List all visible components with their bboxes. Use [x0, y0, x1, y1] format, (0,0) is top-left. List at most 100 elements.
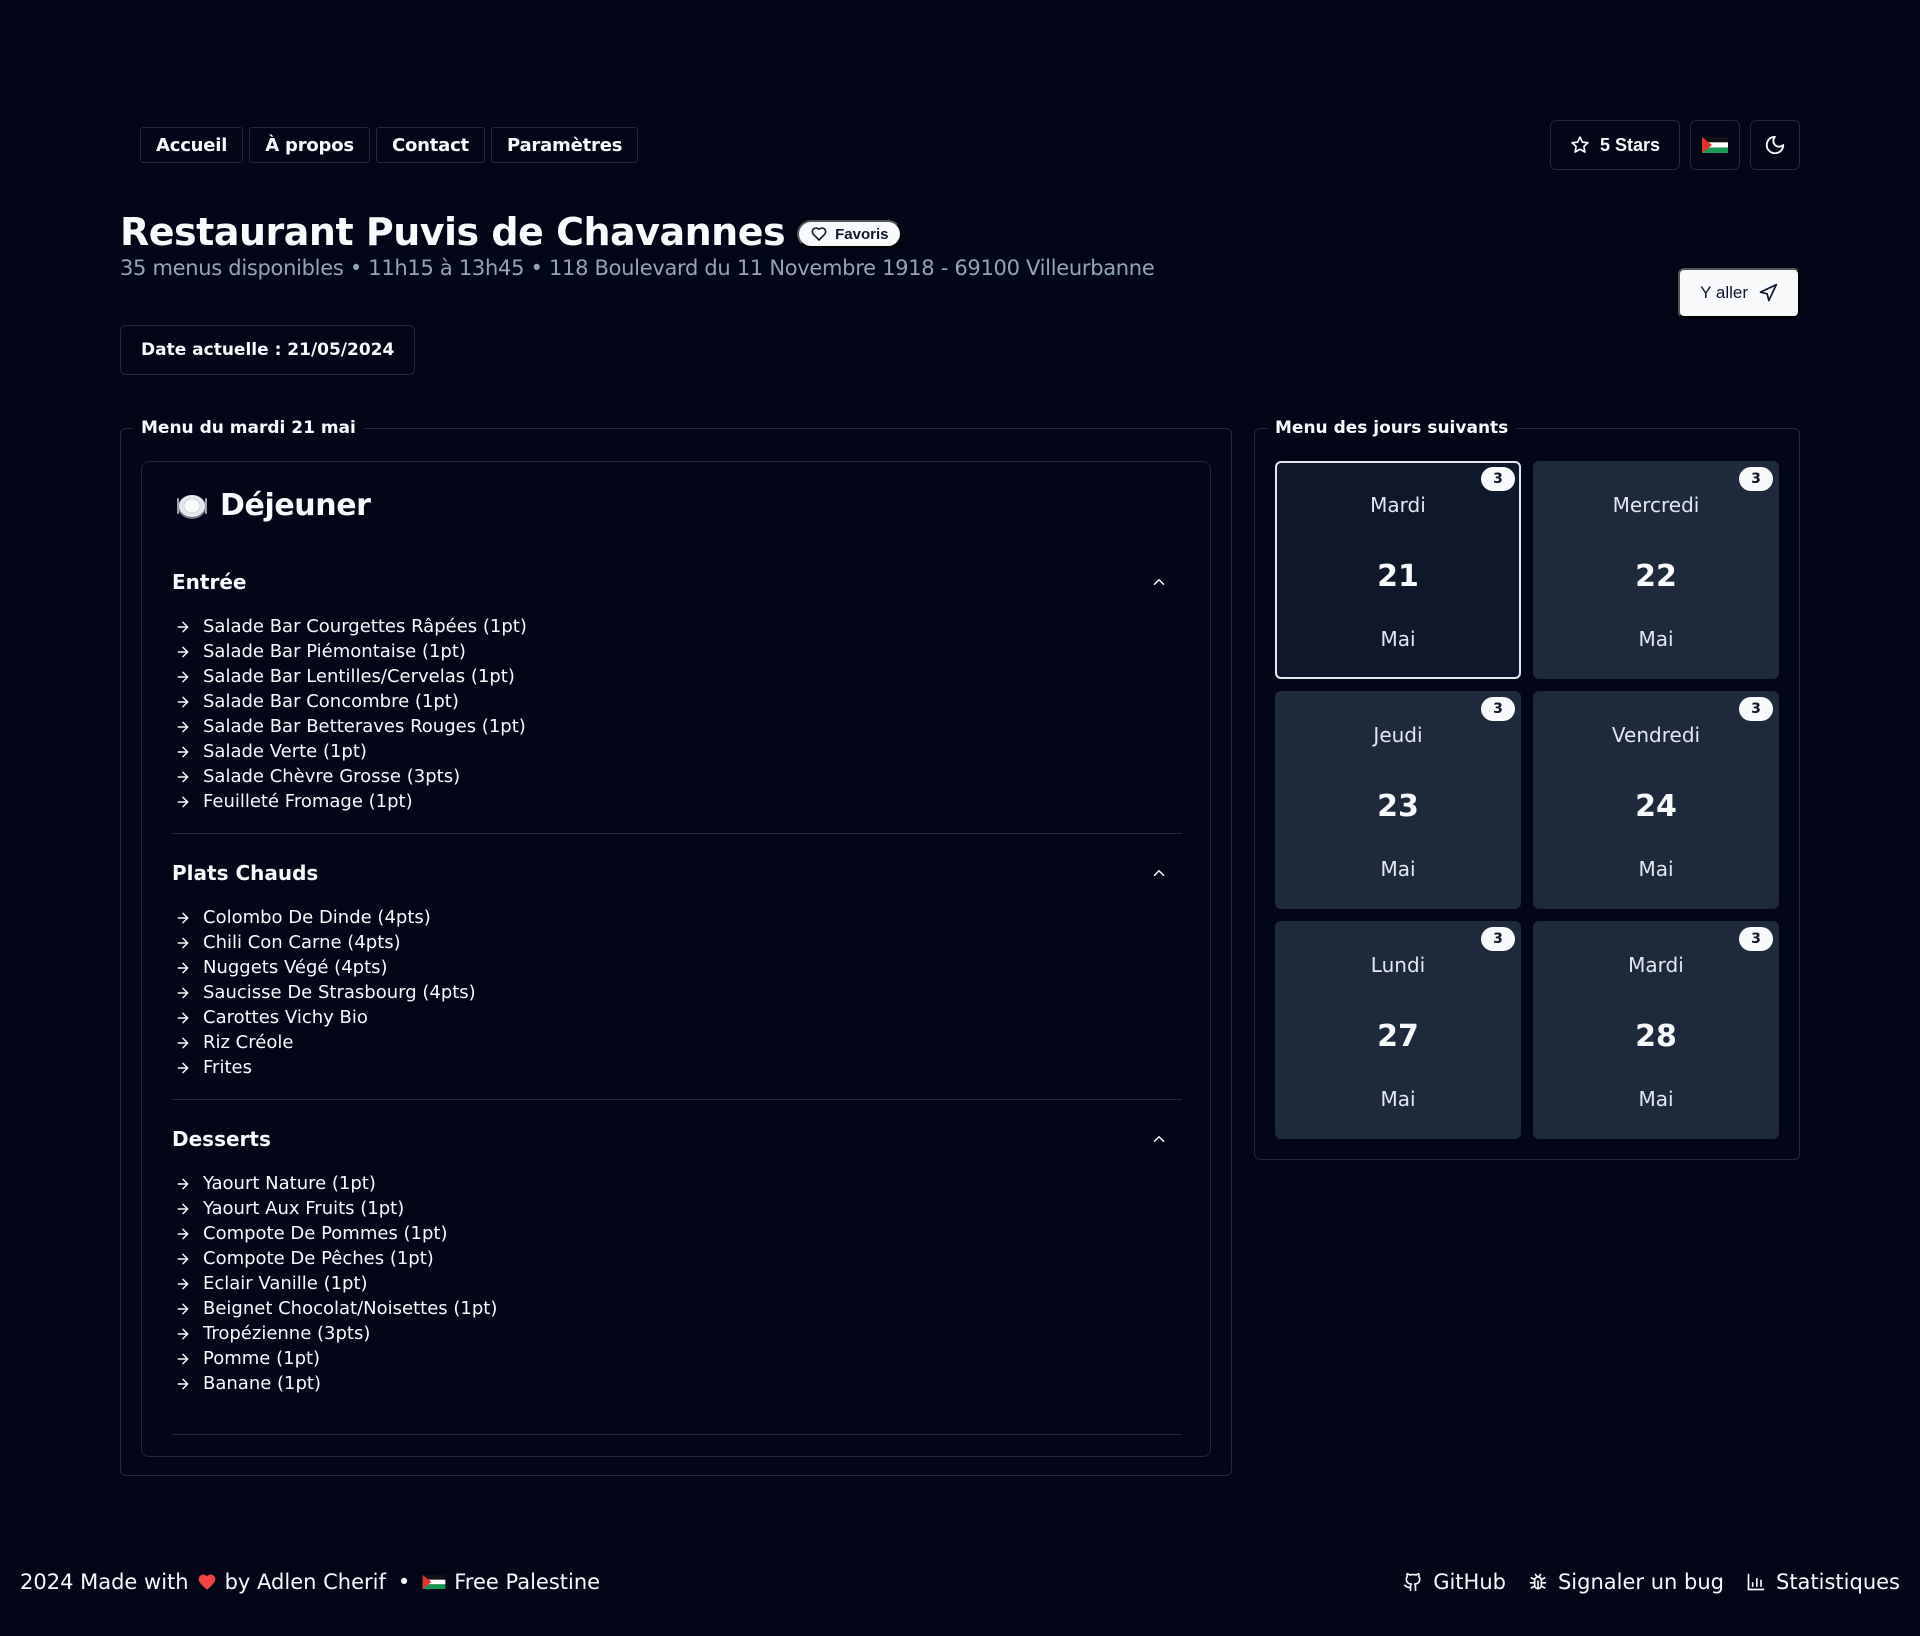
arrow-right-icon	[175, 1376, 191, 1392]
daily-menu-legend: Menu du mardi 21 mai	[133, 415, 364, 441]
dish-name: Chili Con Carne (4pts)	[203, 932, 401, 953]
arrow-right-icon	[175, 1301, 191, 1317]
day-name: Jeudi	[1373, 723, 1423, 747]
day-card[interactable]: 3 Mardi 28 Mai	[1533, 921, 1779, 1139]
daily-menu-panel: Menu du mardi 21 mai Déjeuner Entrée Sal…	[120, 415, 1232, 1476]
report-bug-link[interactable]: Signaler un bug	[1528, 1570, 1724, 1594]
arrow-right-icon	[175, 1251, 191, 1267]
dish-item: Carottes Vichy Bio	[172, 1005, 1182, 1030]
dish-item: Nuggets Végé (4pts)	[172, 955, 1182, 980]
arrow-right-icon	[175, 1176, 191, 1192]
day-month: Mai	[1638, 857, 1674, 881]
day-month: Mai	[1380, 1087, 1416, 1111]
section-header[interactable]: Entrée	[172, 562, 1182, 602]
chevron-up-icon[interactable]	[1150, 1130, 1168, 1148]
dish-name: Yaourt Nature (1pt)	[203, 1173, 376, 1194]
dish-item: Banane (1pt)	[172, 1371, 1182, 1396]
nav-a-propos[interactable]: À propos	[249, 127, 370, 163]
arrow-right-icon	[175, 1276, 191, 1292]
day-month: Mai	[1380, 627, 1416, 651]
dish-item: Salade Bar Betteraves Rouges (1pt)	[172, 714, 1182, 739]
arrow-right-icon	[175, 960, 191, 976]
day-card[interactable]: 3 Mercredi 22 Mai	[1533, 461, 1779, 679]
dish-name: Yaourt Aux Fruits (1pt)	[203, 1198, 405, 1219]
day-grid: 3 Mardi 21 Mai 3 Mercredi 22 Mai 3 Jeudi 23 Mai 3 Ven…	[1275, 461, 1779, 1139]
menu-section-desserts: Desserts Yaourt Nature (1pt) Yaourt Aux F…	[172, 1119, 1182, 1435]
day-number: 24	[1635, 789, 1677, 824]
stars-label: 5 Stars	[1599, 134, 1660, 155]
github-link[interactable]: GitHub	[1403, 1570, 1506, 1594]
send-icon	[1758, 283, 1778, 303]
arrow-right-icon	[175, 935, 191, 951]
day-number: 28	[1635, 1019, 1677, 1054]
header-actions: 5 Stars	[1549, 120, 1800, 170]
dish-item: Tropézienne (3pts)	[172, 1321, 1182, 1346]
day-name: Mercredi	[1612, 493, 1700, 517]
footer-links: GitHub Signaler un bug Statistiques	[1403, 1570, 1900, 1594]
free-palestine-link[interactable]: Free Palestine	[454, 1570, 600, 1594]
page-title: Restaurant Puvis de Chavannes	[120, 210, 786, 254]
dish-name: Salade Verte (1pt)	[203, 741, 367, 762]
day-month: Mai	[1380, 857, 1416, 881]
section-title: Entrée	[172, 570, 247, 594]
nav-contact[interactable]: Contact	[375, 127, 485, 163]
theme-toggle-button[interactable]	[1750, 120, 1800, 170]
dish-name: Salade Bar Piémontaise (1pt)	[203, 641, 466, 662]
dish-name: Eclair Vanille (1pt)	[203, 1273, 368, 1294]
author-link[interactable]: by Adlen Cherif	[225, 1570, 386, 1594]
chevron-up-icon[interactable]	[1150, 573, 1168, 591]
arrow-right-icon	[175, 794, 191, 810]
arrow-right-icon	[175, 744, 191, 760]
language-flag-button[interactable]	[1690, 120, 1740, 170]
section-header[interactable]: Plats Chauds	[172, 853, 1182, 893]
palestine-flag-icon	[1702, 137, 1728, 153]
menu-count-badge: 3	[1739, 927, 1773, 951]
arrow-right-icon	[175, 1035, 191, 1051]
day-name: Vendredi	[1611, 723, 1701, 747]
arrow-right-icon	[175, 769, 191, 785]
dish-name: Colombo De Dinde (4pts)	[203, 907, 431, 928]
favorite-badge[interactable]: Favoris	[797, 220, 903, 248]
day-month: Mai	[1638, 627, 1674, 651]
section-title: Desserts	[172, 1127, 271, 1151]
section-header[interactable]: Desserts	[172, 1119, 1182, 1159]
day-number: 23	[1377, 789, 1419, 824]
github-icon	[1403, 1572, 1423, 1592]
day-card[interactable]: 3 Vendredi 24 Mai	[1533, 691, 1779, 909]
dish-name: Riz Créole	[203, 1032, 294, 1053]
arrow-right-icon	[175, 669, 191, 685]
chevron-up-icon[interactable]	[1150, 864, 1168, 882]
footer-separator: •	[397, 1570, 411, 1594]
directions-button[interactable]: Y aller	[1678, 268, 1800, 318]
current-date-box[interactable]: Date actuelle : 21/05/2024	[120, 325, 416, 375]
moon-icon	[1764, 134, 1786, 156]
dish-name: Beignet Chocolat/Noisettes (1pt)	[203, 1298, 498, 1319]
arrow-right-icon	[175, 1226, 191, 1242]
nav-accueil[interactable]: Accueil	[140, 127, 244, 163]
day-card[interactable]: 3 Jeudi 23 Mai	[1275, 691, 1521, 909]
arrow-right-icon	[175, 985, 191, 1001]
made-with-text: 2024 Made with	[20, 1570, 189, 1594]
dish-name: Nuggets Végé (4pts)	[203, 957, 388, 978]
dish-item: Salade Bar Courgettes Râpées (1pt)	[172, 614, 1182, 639]
menu-section-plats-chauds: Plats Chauds Colombo De Dinde (4pts) Chil…	[172, 853, 1182, 1100]
arrow-right-icon	[175, 644, 191, 660]
nav-parametres[interactable]: Paramètres	[490, 127, 639, 163]
heart-filled-icon	[197, 1572, 217, 1592]
day-card[interactable]: 3 Lundi 27 Mai	[1275, 921, 1521, 1139]
day-name: Mardi	[1370, 493, 1426, 517]
github-stars-button[interactable]: 5 Stars	[1549, 120, 1680, 170]
dish-item: Riz Créole	[172, 1030, 1182, 1055]
dish-item: Salade Chèvre Grosse (3pts)	[172, 764, 1182, 789]
dish-item: Beignet Chocolat/Noisettes (1pt)	[172, 1296, 1182, 1321]
statistics-link[interactable]: Statistiques	[1746, 1570, 1900, 1594]
dish-item: Compote De Pommes (1pt)	[172, 1221, 1182, 1246]
statistics-label: Statistiques	[1775, 1570, 1900, 1594]
plate-icon	[176, 490, 208, 522]
dish-name: Pomme (1pt)	[203, 1348, 321, 1369]
day-card[interactable]: 3 Mardi 21 Mai	[1275, 461, 1521, 679]
next-days-panel: Menu des jours suivants 3 Mardi 21 Mai 3 Merc…	[1254, 415, 1800, 1160]
dish-item: Salade Bar Lentilles/Cervelas (1pt)	[172, 664, 1182, 689]
menu-count-badge: 3	[1739, 467, 1773, 491]
day-number: 21	[1377, 559, 1419, 594]
